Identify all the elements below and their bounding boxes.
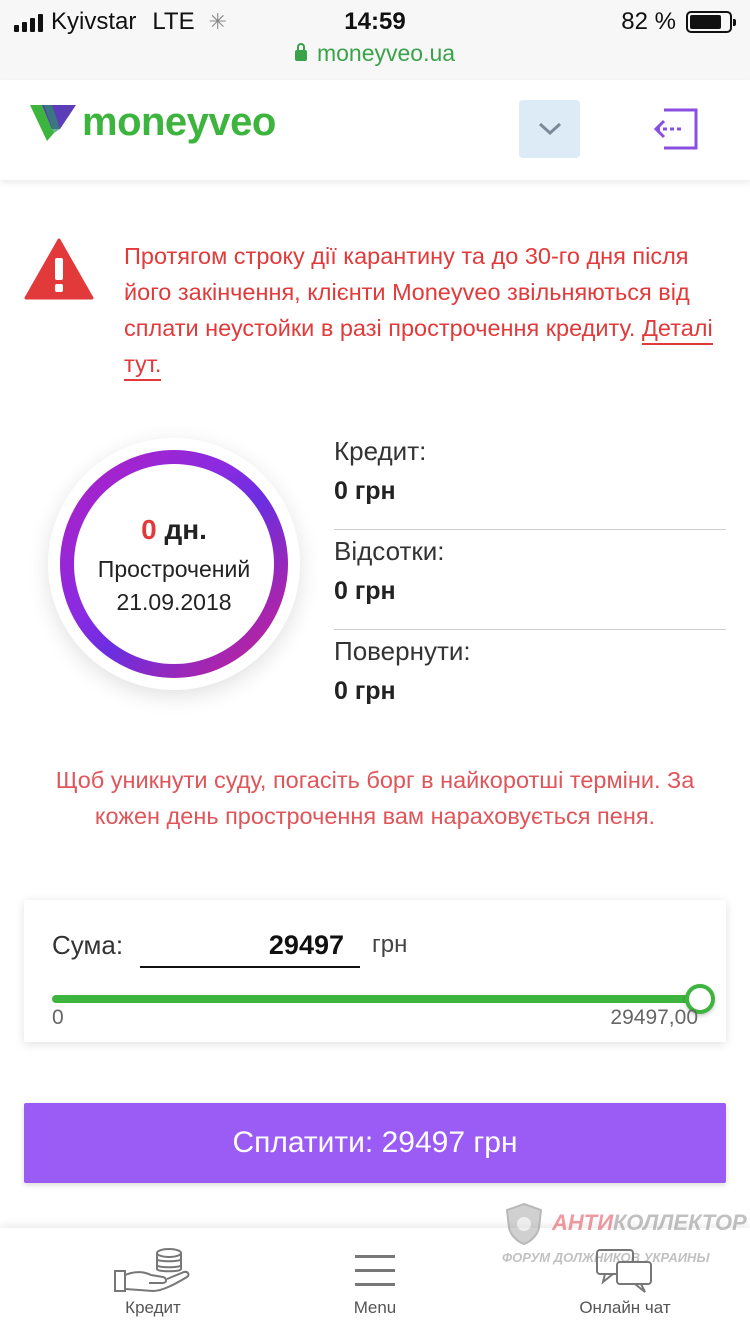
moneyveo-logo[interactable]: moneyveo xyxy=(30,100,276,145)
slider-min-label: 0 xyxy=(52,1006,64,1029)
loan-return-label: Повернути: xyxy=(334,636,471,666)
sum-currency: грн xyxy=(372,931,408,958)
nav-credit-label: Кредит xyxy=(125,1298,181,1317)
warning-icon xyxy=(24,238,94,300)
sum-label: Сума: xyxy=(52,930,124,960)
payment-amount-card: Сума: грн 0 29497,00 xyxy=(24,900,726,1042)
loan-credit-value: 0 грн xyxy=(334,477,396,505)
nav-item-menu[interactable]: Menu xyxy=(250,1228,500,1334)
status-bar: Kyivstar LTE ✳ 14:59 82 % moneyveo.ua xyxy=(0,0,750,80)
battery-percent: 82 % xyxy=(621,8,676,35)
credit-icon xyxy=(114,1248,190,1293)
account-dropdown-button[interactable] xyxy=(519,100,580,158)
notice-text: Протягом строку дії карантину та до 30-г… xyxy=(124,243,690,341)
nav-menu-label: Menu xyxy=(353,1298,397,1317)
loan-interest-row: Відсотки: 0 грн xyxy=(334,530,726,630)
loan-interest-label: Відсотки: xyxy=(334,536,445,566)
menu-icon xyxy=(355,1255,395,1286)
nav-item-credit[interactable]: Кредит xyxy=(28,1228,278,1334)
loan-interest-value: 0 грн xyxy=(334,577,396,605)
slider-max-label: 29497,00 xyxy=(610,1006,698,1029)
loan-return-value: 0 грн xyxy=(334,677,396,705)
battery-icon xyxy=(686,11,736,33)
loan-credit-row: Кредит: 0 грн xyxy=(334,430,726,530)
overdue-days-unit: дн. xyxy=(164,514,207,545)
site-header: moneyveo xyxy=(0,80,750,180)
sum-input[interactable] xyxy=(140,924,360,968)
logo-mark-icon xyxy=(30,104,76,141)
court-warning: Щоб уникнути суду, погасіть борг в найко… xyxy=(55,767,695,829)
quarantine-notice: Протягом строку дії карантину та до 30-г… xyxy=(124,238,724,382)
lock-icon xyxy=(294,43,307,61)
chat-icon xyxy=(596,1249,652,1293)
pay-button[interactable]: Сплатити: 29497 грн xyxy=(24,1103,726,1183)
amount-slider-track[interactable] xyxy=(52,995,700,1003)
loan-return-row: Повернути: 0 грн xyxy=(334,630,726,730)
overdue-label: Прострочений xyxy=(97,556,251,582)
logo-text: moneyveo xyxy=(82,100,276,144)
nav-chat-label: Онлайн чат xyxy=(579,1298,671,1317)
chevron-down-icon xyxy=(538,122,561,136)
nav-item-chat[interactable]: Онлайн чат xyxy=(500,1228,750,1334)
overdue-days-value: 0 xyxy=(141,514,157,545)
url-text: moneyveo.ua xyxy=(316,40,456,66)
status-right: 82 % xyxy=(621,8,736,36)
overdue-days: 0 дн. xyxy=(48,514,300,546)
loan-credit-label: Кредит: xyxy=(334,436,427,466)
bottom-nav: Кредит Menu Онлайн чат xyxy=(0,1228,750,1334)
url-bar[interactable]: moneyveo.ua xyxy=(0,40,750,67)
logout-button[interactable] xyxy=(652,106,702,152)
loan-details: Кредит: 0 грн Відсотки: 0 грн Повернути:… xyxy=(334,430,726,730)
logout-icon xyxy=(653,108,698,150)
overdue-date: 21.09.2018 xyxy=(116,589,232,615)
